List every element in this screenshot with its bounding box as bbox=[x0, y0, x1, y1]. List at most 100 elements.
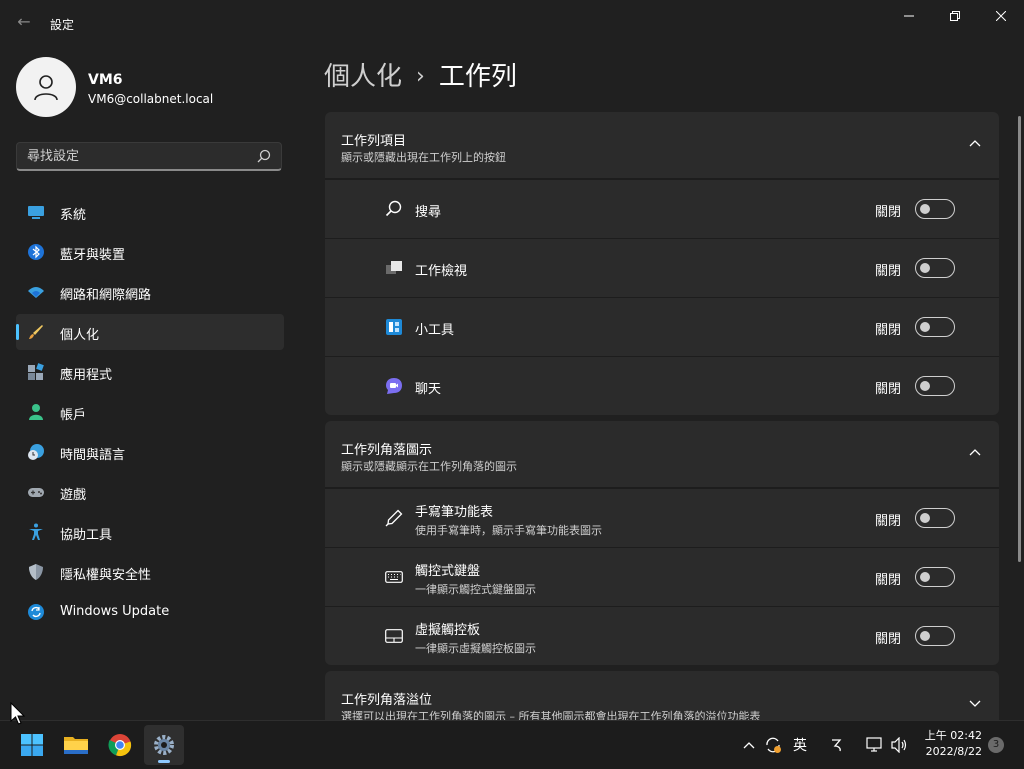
breadcrumb-parent[interactable]: 個人化 bbox=[324, 62, 402, 92]
sidebar-item-windows-update[interactable]: Windows Update bbox=[16, 594, 284, 630]
toggle-knob bbox=[920, 381, 930, 391]
globe-clock-icon bbox=[28, 444, 44, 460]
pen-icon bbox=[385, 509, 403, 527]
sidebar-item-system[interactable]: 系統 bbox=[16, 194, 284, 230]
setting-label: 聊天 bbox=[415, 382, 442, 397]
sidebar-item-accessibility[interactable]: 協助工具 bbox=[16, 514, 284, 550]
notification-badge[interactable]: 3 bbox=[988, 737, 1004, 753]
toggle-state-label: 關閉 bbox=[875, 323, 902, 338]
sidebar-item-label: 藍牙與裝置 bbox=[60, 248, 126, 263]
breadcrumb-separator: › bbox=[416, 64, 425, 89]
corner-icons-group: 工作列角落圖示 顯示或隱藏顯示在工作列角落的圖示 手寫筆功能表 使用手寫筆時，顯… bbox=[325, 421, 999, 665]
chevron-down-icon[interactable] bbox=[969, 697, 981, 709]
setting-row-task-view: 工作檢視 關閉 bbox=[325, 238, 999, 297]
task-view-toggle[interactable] bbox=[915, 258, 955, 278]
settings-content: 工作列項目 顯示或隱藏出現在工作列上的按鈕 搜尋 關閉 工作檢視 關閉 小工具 … bbox=[325, 112, 999, 720]
volume-button[interactable] bbox=[888, 721, 912, 769]
chat-toggle[interactable] bbox=[915, 376, 955, 396]
volume-icon bbox=[891, 737, 907, 753]
sidebar-item-label: 時間與語言 bbox=[60, 448, 126, 463]
clock-date: 2022/8/22 bbox=[925, 745, 982, 758]
setting-row-widgets: 小工具 關閉 bbox=[325, 297, 999, 356]
search-box[interactable] bbox=[16, 142, 282, 171]
start-button[interactable] bbox=[12, 725, 52, 765]
setting-description: 一律顯示觸控式鍵盤圖示 bbox=[415, 583, 536, 596]
title-bar: ← 設定 bbox=[0, 0, 1024, 44]
virtual-touchpad-toggle[interactable] bbox=[915, 626, 955, 646]
user-name: VM6 bbox=[88, 72, 123, 88]
search-icon[interactable] bbox=[257, 149, 271, 163]
sync-status-button[interactable] bbox=[762, 721, 784, 769]
tray-overflow-button[interactable] bbox=[738, 721, 760, 769]
chevron-up-icon[interactable] bbox=[969, 447, 981, 459]
breadcrumb: 個人化 › 工作列 bbox=[324, 56, 517, 93]
group-header-taskbar-items[interactable]: 工作列項目 顯示或隱藏出現在工作列上的按鈕 bbox=[325, 112, 999, 179]
touch-keyboard-toggle[interactable] bbox=[915, 567, 955, 587]
setting-label: 搜尋 bbox=[415, 205, 442, 220]
ime-label: 英 bbox=[793, 738, 807, 754]
setting-row-virtual-touchpad: 虛擬觸控板 一律顯示虛擬觸控板圖示 關閉 bbox=[325, 606, 999, 665]
sidebar-item-time-language[interactable]: 時間與語言 bbox=[16, 434, 284, 470]
ime-mode-button[interactable] bbox=[826, 721, 848, 769]
chevron-up-icon[interactable] bbox=[969, 138, 981, 150]
clock-time: 上午 02:42 bbox=[924, 729, 982, 742]
pen-menu-toggle[interactable] bbox=[915, 508, 955, 528]
touchpad-icon bbox=[385, 629, 403, 643]
clock[interactable]: 上午 02:42 2022/8/22 bbox=[918, 728, 982, 760]
file-explorer-button[interactable] bbox=[56, 725, 96, 765]
taskbar: 英 上午 02:42 2022/8/22 3 bbox=[0, 720, 1024, 769]
settings-taskbar-button[interactable] bbox=[144, 725, 184, 765]
sidebar-item-privacy[interactable]: 隱私權與安全性 bbox=[16, 554, 284, 590]
group-header-corner-overflow[interactable]: 工作列角落溢位 選擇可以出現在工作列角落的圖示 – 所有其他圖示都會出現在工作列… bbox=[325, 671, 999, 720]
accessibility-icon bbox=[29, 523, 43, 540]
wifi-icon bbox=[28, 287, 44, 298]
group-description: 選擇可以出現在工作列角落的圖示 – 所有其他圖示都會出現在工作列角落的溢位功能表 bbox=[341, 710, 761, 720]
group-description: 顯示或隱藏出現在工作列上的按鈕 bbox=[341, 151, 506, 164]
toggle-state-label: 關閉 bbox=[875, 514, 902, 529]
system-monitor-icon bbox=[28, 206, 44, 219]
network-button[interactable] bbox=[864, 721, 886, 769]
scrollbar[interactable] bbox=[1018, 116, 1021, 562]
setting-label: 手寫筆功能表 bbox=[415, 505, 494, 520]
taskbar-items-group: 工作列項目 顯示或隱藏出現在工作列上的按鈕 搜尋 關閉 工作檢視 關閉 小工具 … bbox=[325, 112, 999, 415]
toggle-knob bbox=[920, 322, 930, 332]
widgets-toggle[interactable] bbox=[915, 317, 955, 337]
close-button[interactable] bbox=[978, 0, 1024, 32]
sidebar-item-network[interactable]: 網路和網際網路 bbox=[16, 274, 284, 310]
group-description: 顯示或隱藏顯示在工作列角落的圖示 bbox=[341, 460, 517, 473]
sidebar-item-gaming[interactable]: 遊戲 bbox=[16, 474, 284, 510]
sidebar-item-accounts[interactable]: 帳戶 bbox=[16, 394, 284, 430]
setting-row-pen-menu: 手寫筆功能表 使用手寫筆時，顯示手寫筆功能表圖示 關閉 bbox=[325, 488, 999, 547]
back-button[interactable]: ← bbox=[14, 12, 34, 32]
group-title: 工作列角落溢位 bbox=[341, 693, 433, 708]
toggle-state-label: 關閉 bbox=[875, 573, 902, 588]
task-view-icon bbox=[386, 261, 402, 274]
sidebar-item-personalization[interactable]: 個人化 bbox=[16, 314, 284, 350]
settings-icon bbox=[154, 735, 174, 755]
minimize-button[interactable] bbox=[886, 0, 932, 32]
keyboard-icon bbox=[385, 571, 403, 583]
restore-button[interactable] bbox=[932, 0, 978, 32]
group-header-corner-icons[interactable]: 工作列角落圖示 顯示或隱藏顯示在工作列角落的圖示 bbox=[325, 421, 999, 488]
setting-label: 觸控式鍵盤 bbox=[415, 564, 481, 579]
avatar[interactable] bbox=[16, 57, 76, 117]
sidebar-item-bluetooth[interactable]: 藍牙與裝置 bbox=[16, 234, 284, 270]
widgets-icon bbox=[386, 319, 402, 335]
sidebar-item-label: 遊戲 bbox=[60, 488, 87, 503]
page-title: 工作列 bbox=[438, 62, 517, 92]
search-input[interactable] bbox=[27, 143, 247, 169]
restore-icon bbox=[950, 11, 960, 21]
sidebar-nav: 系統 藍牙與裝置 網路和網際網路 個人化 應用程式 帳戶 時間與語言 遊戲 協助… bbox=[16, 194, 284, 634]
search-toggle[interactable] bbox=[915, 199, 955, 219]
toggle-state-label: 關閉 bbox=[875, 264, 902, 279]
file-explorer-icon bbox=[64, 737, 88, 754]
chat-icon bbox=[386, 378, 402, 394]
chrome-button[interactable] bbox=[100, 725, 140, 765]
ime-indicator[interactable]: 英 bbox=[788, 721, 812, 769]
chrome-icon bbox=[108, 734, 132, 757]
minimize-icon bbox=[904, 15, 914, 17]
sidebar-item-apps[interactable]: 應用程式 bbox=[16, 354, 284, 390]
sidebar-item-label: 應用程式 bbox=[60, 368, 113, 383]
sidebar-item-label: 帳戶 bbox=[60, 408, 87, 423]
setting-label: 虛擬觸控板 bbox=[415, 623, 481, 638]
